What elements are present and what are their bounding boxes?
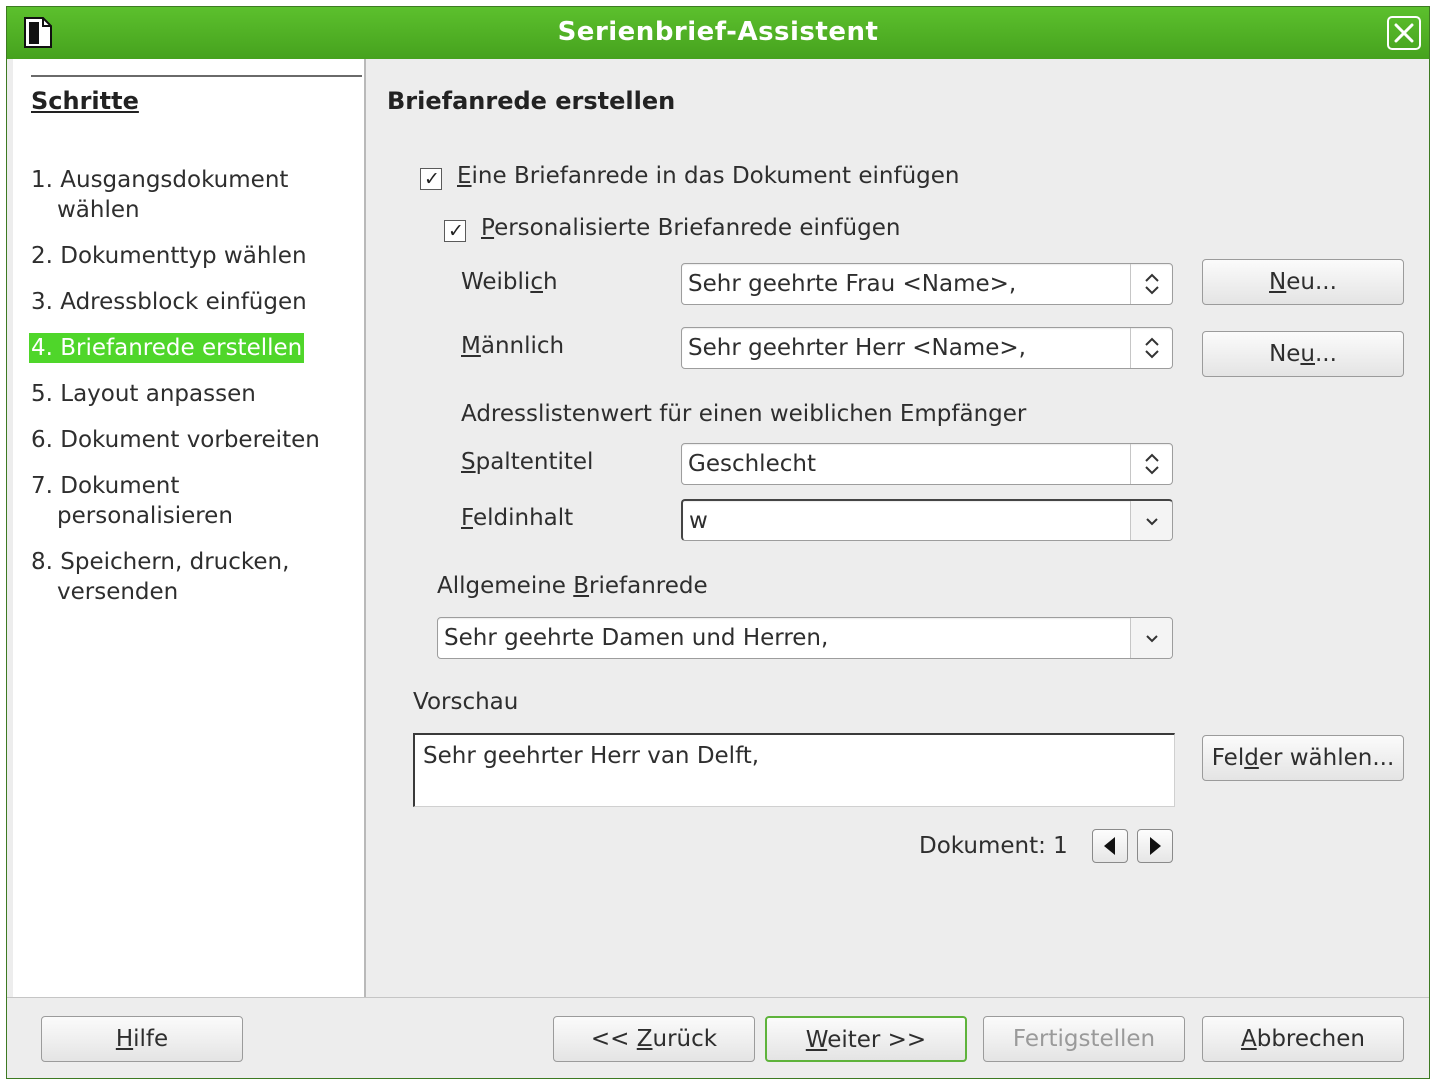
select-fields-button[interactable]: Felder wählen... — [1202, 735, 1404, 781]
preview-box: Sehr geehrter Herr van Delft, — [413, 733, 1175, 807]
checkmark-icon: ✓ — [448, 220, 464, 242]
next-document-button[interactable] — [1137, 829, 1173, 863]
triangle-left-icon — [1104, 837, 1115, 855]
step-6[interactable]: 6. Dokument vorbereiten — [31, 425, 320, 455]
address-list-label: Adresslistenwert für einen weiblichen Em… — [461, 401, 1027, 427]
column-title-label: Spaltentitel — [461, 449, 594, 475]
step-4-line1: 4. Briefanrede erstellen — [31, 335, 303, 361]
triangle-right-icon — [1150, 837, 1161, 855]
step-8-line1: 8. Speichern, drucken, — [31, 549, 290, 575]
spin-updown-icon[interactable] — [1130, 264, 1172, 304]
finish-button[interactable]: Fertigstellen — [983, 1016, 1185, 1062]
spin-updown-icon[interactable] — [1130, 328, 1172, 368]
step-4-active[interactable]: 4. Briefanrede erstellen — [29, 333, 305, 363]
footer-divider — [7, 997, 1429, 998]
step-7-line1: 7. Dokument — [31, 473, 180, 499]
female-label: Weiblich — [461, 269, 558, 295]
close-button[interactable] — [1387, 16, 1421, 50]
close-icon — [1394, 23, 1414, 43]
insert-salutation-checkbox[interactable]: ✓ — [420, 168, 442, 190]
next-button[interactable]: Weiter >> — [765, 1016, 967, 1062]
male-salutation-value: Sehr geehrter Herr <Name>, — [688, 335, 1026, 361]
help-button[interactable]: Hilfe — [41, 1016, 243, 1062]
male-label: Männlich — [461, 333, 565, 359]
personalized-salutation-checkbox[interactable]: ✓ — [444, 220, 466, 242]
step-7[interactable]: 7. Dokument personalisieren — [31, 471, 233, 531]
field-content-combo[interactable]: w — [681, 499, 1173, 541]
field-content-label: Feldinhalt — [461, 505, 574, 531]
sidebar-divider — [31, 75, 362, 77]
step-5[interactable]: 5. Layout anpassen — [31, 379, 256, 409]
column-title-value: Geschlecht — [688, 451, 816, 477]
personalized-salutation-label[interactable]: Personalisierte Briefanrede einfügen — [481, 215, 900, 241]
previous-document-button[interactable] — [1092, 829, 1128, 863]
step-2-line1: 2. Dokumenttyp wählen — [31, 243, 307, 269]
mail-merge-wizard-window: Serienbrief-Assistent Schritte 1. Ausgan… — [6, 6, 1430, 1079]
insert-salutation-label[interactable]: Eine Briefanrede in das Dokument einfüge… — [457, 163, 960, 189]
step-2[interactable]: 2. Dokumenttyp wählen — [31, 241, 307, 271]
step-1[interactable]: 1. Ausgangsdokument wählen — [31, 165, 288, 225]
title-bar: Serienbrief-Assistent — [7, 7, 1429, 59]
column-title-combo[interactable]: Geschlecht — [681, 443, 1173, 485]
female-new-button[interactable]: Neu... — [1202, 259, 1404, 305]
page-title: Briefanrede erstellen — [387, 87, 676, 115]
female-salutation-value: Sehr geehrte Frau <Name>, — [688, 271, 1017, 297]
step-1-line2: wählen — [57, 197, 140, 223]
sidebar-heading: Schritte — [31, 87, 139, 115]
step-3[interactable]: 3. Adressblock einfügen — [31, 287, 307, 317]
male-salutation-combo[interactable]: Sehr geehrter Herr <Name>, — [681, 327, 1173, 369]
window-title: Serienbrief-Assistent — [557, 17, 879, 47]
male-new-button[interactable]: Neu... — [1202, 331, 1404, 377]
checkmark-icon: ✓ — [424, 168, 440, 190]
document-counter: Dokument: 1 — [919, 833, 1068, 859]
cancel-button[interactable]: Abbrechen — [1202, 1016, 1404, 1062]
steps-sidebar: Schritte 1. Ausgangsdokument wählen 2. D… — [13, 59, 366, 997]
general-salutation-value: Sehr geehrte Damen und Herren, — [444, 625, 829, 651]
preview-text: Sehr geehrter Herr van Delft, — [423, 743, 760, 769]
step-8[interactable]: 8. Speichern, drucken, versenden — [31, 547, 289, 607]
step-7-line2: personalisieren — [57, 503, 233, 529]
chevron-down-icon[interactable] — [1130, 501, 1172, 540]
step-8-line2: versenden — [57, 579, 179, 605]
female-salutation-combo[interactable]: Sehr geehrte Frau <Name>, — [681, 263, 1173, 305]
general-salutation-combo[interactable]: Sehr geehrte Damen und Herren, — [437, 617, 1173, 659]
back-button[interactable]: << Zurück — [553, 1016, 755, 1062]
spin-updown-icon[interactable] — [1130, 444, 1172, 484]
general-salutation-label: Allgemeine Briefanrede — [437, 573, 708, 599]
preview-label: Vorschau — [413, 689, 519, 715]
step-1-line1: 1. Ausgangsdokument — [31, 167, 289, 193]
step-3-line1: 3. Adressblock einfügen — [31, 289, 307, 315]
field-content-value: w — [689, 508, 708, 534]
step-6-line1: 6. Dokument vorbereiten — [31, 427, 320, 453]
step-5-line1: 5. Layout anpassen — [31, 381, 256, 407]
chevron-down-icon[interactable] — [1130, 618, 1172, 658]
